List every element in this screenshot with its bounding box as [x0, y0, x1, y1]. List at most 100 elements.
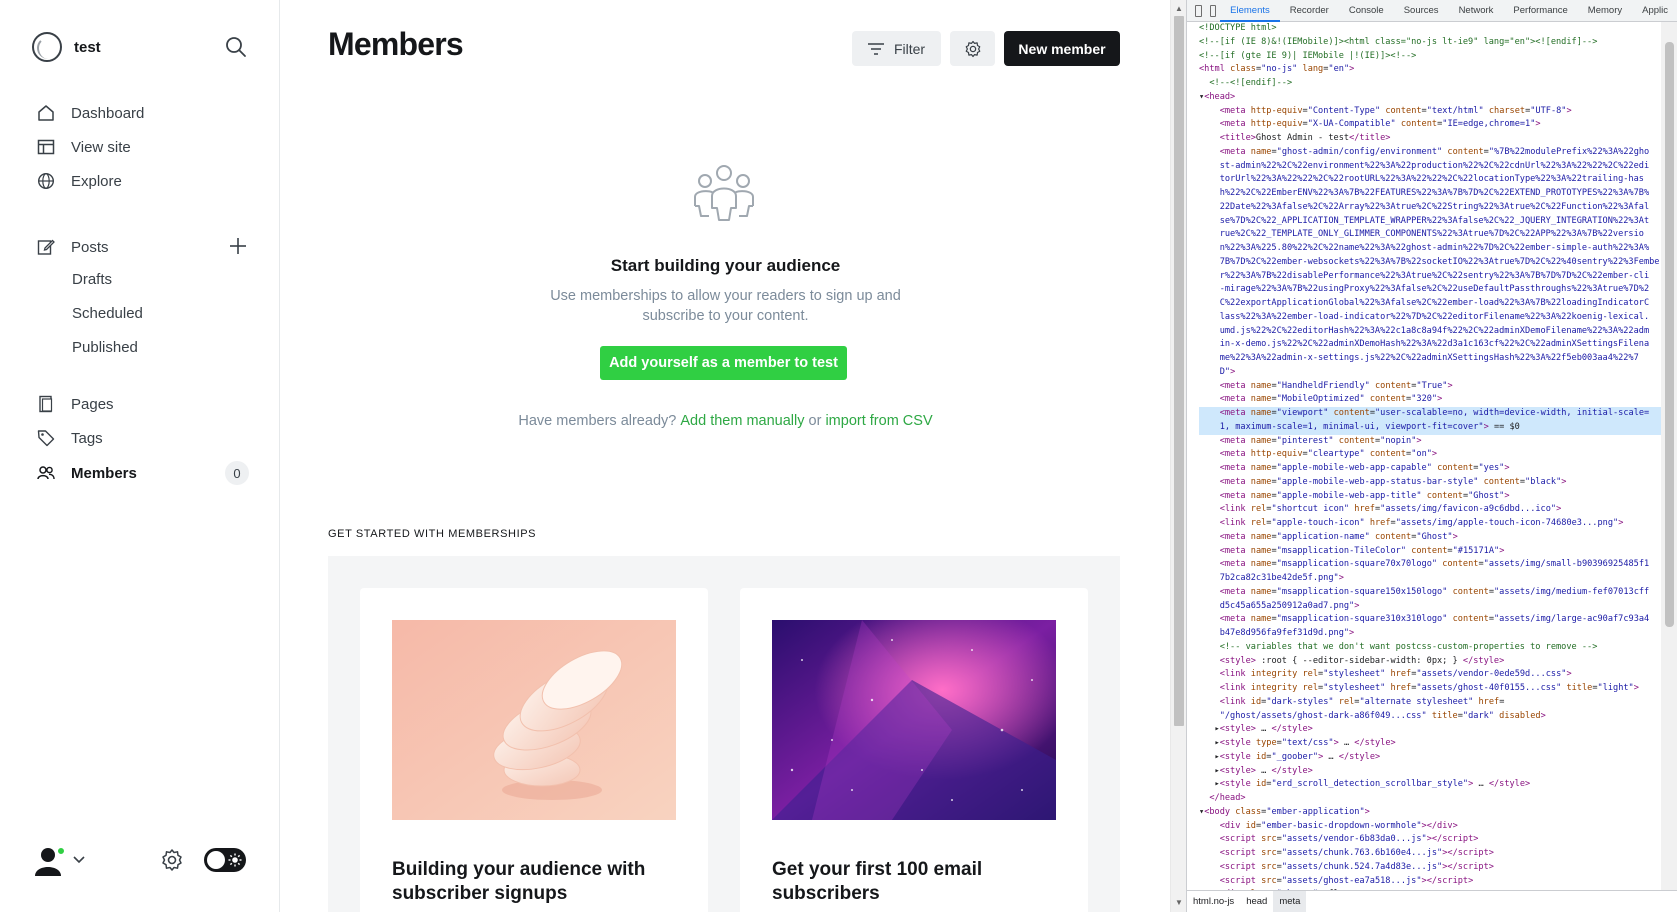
devtools-tab[interactable]: Network — [1449, 0, 1504, 22]
chevron-down-icon[interactable] — [72, 852, 86, 870]
dom-line[interactable]: <meta name="HandheldFriendly" content="T… — [1199, 380, 1661, 394]
card-audience-signups[interactable]: Building your audience with subscriber s… — [360, 588, 708, 912]
dom-line[interactable]: <link rel="apple-touch-icon" href="asset… — [1199, 517, 1661, 531]
breadcrumb-item[interactable]: meta — [1273, 890, 1307, 912]
dom-line[interactable]: <meta name="msapplication-square310x310l… — [1199, 613, 1661, 627]
elements-dom-tree[interactable]: <!DOCTYPE html> <!--[if (IE 8)&!(IEMobil… — [1187, 22, 1661, 890]
dom-line[interactable]: lass%22%3A%22ember-load-indicator%22%7D%… — [1199, 311, 1661, 325]
dom-line[interactable]: C%22exportApplicationGlobal%22%3Afalse%2… — [1199, 297, 1661, 311]
new-member-button[interactable]: New member — [1004, 31, 1120, 66]
devtools-tab[interactable]: Elements — [1220, 0, 1280, 22]
dom-line[interactable]: ▸<style type="text/css"> … </style> — [1199, 737, 1661, 751]
devtools-tab[interactable]: Memory — [1578, 0, 1632, 22]
dom-line[interactable]: <meta http-equiv="cleartype" content="on… — [1199, 448, 1661, 462]
dom-line[interactable]: -mirage%22%3A%7B%22usingProxy%22%3Afalse… — [1199, 283, 1661, 297]
dom-line[interactable]: ▸<style id="_goober"> … </style> — [1199, 751, 1661, 765]
dom-line[interactable]: 7B%7D%2C%22ember-websockets%22%3A%7B%22s… — [1199, 256, 1661, 270]
nav-published[interactable]: Published — [72, 337, 138, 359]
dom-line[interactable]: ▸<style id="erd_scroll_detection_scrollb… — [1199, 778, 1661, 792]
nav-dashboard[interactable]: Dashboard — [36, 101, 144, 125]
dom-line[interactable]: <meta name="application-name" content="G… — [1199, 531, 1661, 545]
dom-line[interactable]: <html class="no-js" lang="en"> — [1199, 63, 1661, 77]
site-header[interactable]: test — [32, 32, 101, 62]
inspect-element-icon[interactable] — [1195, 4, 1202, 17]
dom-line[interactable]: <meta name="MobileOptimized" content="32… — [1199, 393, 1661, 407]
nav-explore[interactable]: Explore — [36, 169, 122, 193]
dom-line[interactable]: <title>Ghost Admin - test</title> — [1199, 132, 1661, 146]
dark-mode-toggle[interactable] — [204, 848, 246, 872]
filter-button[interactable]: Filter — [852, 31, 941, 66]
settings-gear-icon[interactable] — [160, 848, 184, 877]
dom-line[interactable]: me%22%3A%22admin-x-settings.js%22%2C%22a… — [1199, 352, 1661, 366]
import-csv-link[interactable]: import from CSV — [825, 413, 932, 429]
nav-view-site[interactable]: View site — [36, 135, 131, 159]
dom-line[interactable]: "/ghost/assets/ghost-dark-a86f049...css"… — [1199, 710, 1661, 724]
nav-drafts[interactable]: Drafts — [72, 269, 112, 291]
dom-line[interactable]: ▾<head> — [1199, 91, 1661, 105]
dom-line[interactable]: st-admin%22%2C%22environment%22%3A%22pro… — [1199, 160, 1661, 174]
dom-line[interactable]: <!-- variables that we don't want postcs… — [1199, 641, 1661, 655]
new-post-plus-icon[interactable] — [228, 236, 250, 258]
scroll-up-icon[interactable]: ▲ — [1175, 4, 1183, 13]
dom-line[interactable]: <!DOCTYPE html> — [1199, 22, 1661, 36]
device-toggle-icon[interactable] — [1209, 4, 1217, 17]
dom-line-selected[interactable]: 1, maximum-scale=1, minimal-ui, viewport… — [1199, 420, 1661, 435]
devtools-tab[interactable]: Recorder — [1280, 0, 1339, 22]
dom-line[interactable]: <script src="assets/chunk.763.6b160e4...… — [1199, 847, 1661, 861]
nav-posts[interactable]: Posts — [36, 235, 109, 259]
dom-line[interactable]: h%22%2C%22EmberENV%22%3A%7B%22FEATURES%2… — [1199, 187, 1661, 201]
dom-line[interactable]: torUrl%22%3A%22%22%2C%22rootURL%22%3A%22… — [1199, 173, 1661, 187]
devtools-tab[interactable]: Performance — [1503, 0, 1577, 22]
dom-line[interactable]: rue%2C%22_TEMPLATE_ONLY_GLIMMER_COMPONEN… — [1199, 228, 1661, 242]
dom-line[interactable]: <meta name="ghost-admin/config/environme… — [1199, 146, 1661, 160]
dom-line[interactable]: <link rel="shortcut icon" href="assets/i… — [1199, 503, 1661, 517]
dom-line-selected[interactable]: <meta name="viewport" content="user-scal… — [1199, 407, 1661, 421]
dom-line[interactable]: <link integrity rel="stylesheet" href="a… — [1199, 682, 1661, 696]
devtools-tab[interactable]: Console — [1339, 0, 1394, 22]
dom-line[interactable]: ▾<body class="ember-application"> — [1199, 806, 1661, 820]
breadcrumb-item[interactable]: html.no-js — [1187, 891, 1240, 912]
breadcrumb-item[interactable]: head — [1240, 891, 1273, 912]
dom-line[interactable]: <meta name="apple-mobile-web-app-status-… — [1199, 476, 1661, 490]
dom-line[interactable]: 7b2ca82c31be42de5f.png"> — [1199, 572, 1661, 586]
dom-line[interactable]: <meta name="apple-mobile-web-app-title" … — [1199, 490, 1661, 504]
dom-line[interactable]: <script src="assets/chunk.524.7a4d83e...… — [1199, 861, 1661, 875]
devtools-tab[interactable]: Sources — [1394, 0, 1449, 22]
dom-line[interactable]: <script src="assets/vendor-6b83da0...js"… — [1199, 833, 1661, 847]
nav-tags[interactable]: Tags — [36, 426, 103, 450]
add-self-as-member-button[interactable]: Add yourself as a member to test — [600, 346, 847, 380]
dom-line[interactable]: <!--[if (gte IE 9)| IEMobile |!(IE)]><!-… — [1199, 50, 1661, 64]
main-scrollbar[interactable]: ▲ ▼ — [1170, 0, 1186, 912]
scroll-thumb[interactable] — [1665, 42, 1674, 627]
dom-line[interactable]: <link id="dark-styles" rel="alternate st… — [1199, 696, 1661, 710]
dom-line[interactable]: ▸<style> … </style> — [1199, 723, 1661, 737]
nav-members[interactable]: Members — [36, 461, 137, 485]
user-avatar-icon[interactable] — [32, 844, 66, 876]
dom-line[interactable]: <meta http-equiv="Content-Type" content=… — [1199, 105, 1661, 119]
dom-line[interactable]: <meta name="msapplication-square150x150l… — [1199, 586, 1661, 600]
scroll-down-icon[interactable]: ▼ — [1175, 898, 1183, 907]
dom-line[interactable]: <script src="assets/ghost-ea7a518...js">… — [1199, 875, 1661, 889]
dom-line[interactable]: n%22%3A%225.80%22%2C%22name%22%3A%22ghos… — [1199, 242, 1661, 256]
dom-line[interactable]: <!--[if (IE 8)&!(IEMobile)]><html class=… — [1199, 36, 1661, 50]
scroll-thumb[interactable] — [1174, 16, 1184, 726]
dom-line[interactable]: <meta http-equiv="X-UA-Compatible" conte… — [1199, 118, 1661, 132]
members-settings-button[interactable] — [950, 31, 995, 66]
nav-scheduled[interactable]: Scheduled — [72, 303, 143, 325]
dom-line[interactable]: r%22%3A%7B%22disablePerformance%22%3Atru… — [1199, 270, 1661, 284]
dom-line[interactable]: <meta name="apple-mobile-web-app-capable… — [1199, 462, 1661, 476]
nav-pages[interactable]: Pages — [36, 392, 114, 416]
dom-line[interactable]: <meta name="msapplication-TileColor" con… — [1199, 545, 1661, 559]
dom-line[interactable]: b47e8d956fa9fef31d9d.png"> — [1199, 627, 1661, 641]
dom-line[interactable]: D"> — [1199, 366, 1661, 380]
dom-line[interactable]: ▸<style> … </style> — [1199, 765, 1661, 779]
devtools-scrollbar[interactable] — [1661, 22, 1677, 890]
dom-line[interactable]: <style> :root { --editor-sidebar-width: … — [1199, 655, 1661, 669]
dom-line[interactable]: <meta name="pinterest" content="nopin"> — [1199, 435, 1661, 449]
search-icon[interactable] — [225, 36, 249, 60]
dom-line[interactable]: <meta name="msapplication-square70x70log… — [1199, 558, 1661, 572]
card-first-100-subscribers[interactable]: Get your first 100 email subscribers — [740, 588, 1088, 912]
dom-line[interactable]: <!--<![endif]--> — [1199, 77, 1661, 91]
dom-line[interactable]: se%7D%2C%22_APPLICATION_TEMPLATE_WRAPPER… — [1199, 215, 1661, 229]
dom-line[interactable]: </head> — [1199, 792, 1661, 806]
